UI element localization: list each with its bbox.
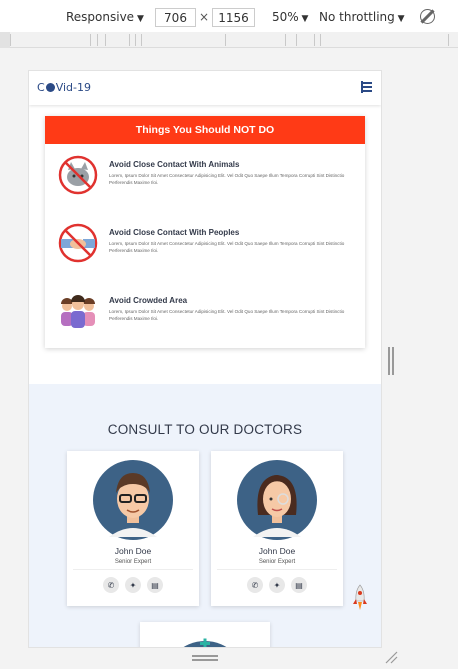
crowd-icon xyxy=(61,295,95,328)
dimension-separator: × xyxy=(199,10,210,24)
doctor-role: Senior Expert xyxy=(114,559,152,565)
no-animals-icon xyxy=(58,155,98,195)
zoom-select[interactable]: 50% xyxy=(272,10,308,24)
linkedin-icon[interactable]: ▤ xyxy=(291,577,307,593)
doctor-card: John Doe Senior Expert ✆ ✦ ▤ xyxy=(67,451,199,606)
list-item: Avoid Close Contact With Peoples Lorem, … xyxy=(57,222,357,272)
item-heading: Avoid Close Contact With Animals xyxy=(109,160,240,169)
section-title: CONSULT TO OUR DOCTORS xyxy=(107,422,303,437)
doctor-role: Senior Expert xyxy=(258,559,296,565)
whatsapp-icon[interactable]: ✆ xyxy=(247,577,263,593)
virus-icon xyxy=(45,83,55,92)
no-handshake-icon xyxy=(58,223,98,263)
width-input[interactable]: 706 xyxy=(155,8,196,27)
divider xyxy=(217,569,337,570)
scroll-top-rocket-icon[interactable] xyxy=(353,584,367,612)
doctor-name: John Doe xyxy=(258,546,296,556)
doctor-name: John Doe xyxy=(114,546,152,556)
list-item: Avoid Crowded Area Lorem, Ipsum Dolor Si… xyxy=(57,290,357,340)
doctor-card: John Doe Senior Expert ✆ ✦ ▤ xyxy=(211,451,343,606)
rotate-icon[interactable] xyxy=(420,9,435,24)
list-item: Avoid Close Contact With Animals Lorem, … xyxy=(57,154,357,204)
doctor-card xyxy=(140,622,270,647)
social-links: ✆ ✦ ▤ xyxy=(67,577,199,593)
right-resize-handle[interactable] xyxy=(388,347,394,375)
media-query-ruler[interactable] xyxy=(0,32,458,48)
doctor-avatar xyxy=(183,638,227,647)
item-text: Lorem, Ipsum Dolor Sit Amet Consectetur … xyxy=(109,309,345,321)
doctor-avatar xyxy=(93,460,173,540)
whatsapp-icon[interactable]: ✆ xyxy=(103,577,119,593)
device-select[interactable]: Responsive xyxy=(66,10,144,24)
linkedin-icon[interactable]: ▤ xyxy=(147,577,163,593)
divider xyxy=(73,569,193,570)
twitter-icon[interactable]: ✦ xyxy=(269,577,285,593)
twitter-icon[interactable]: ✦ xyxy=(125,577,141,593)
site-brand[interactable]: C Vid-19 xyxy=(37,81,91,94)
item-heading: Avoid Close Contact With Peoples xyxy=(109,228,240,237)
things-not-to-do-card: Things You Should NOT DO Avoid Close Con… xyxy=(45,116,365,348)
doctor-avatar xyxy=(237,460,317,540)
emulated-viewport: C Vid-19 Things You Should NOT DO Avoid C… xyxy=(28,70,382,648)
devtools-device-toolbar: Responsive 706 × 1156 50% No throttling xyxy=(0,0,458,34)
social-links: ✆ ✦ ▤ xyxy=(211,577,343,593)
site-navbar: C Vid-19 xyxy=(29,71,381,105)
item-text: Lorem, Ipsum Dolor Sit Amet Consectetur … xyxy=(109,173,345,185)
corner-resize-handle[interactable] xyxy=(385,651,398,664)
bottom-resize-handle[interactable] xyxy=(192,655,218,661)
item-text: Lorem, Ipsum Dolor Sit Amet Consectetur … xyxy=(109,241,345,253)
menu-icon[interactable] xyxy=(361,81,372,93)
item-heading: Avoid Crowded Area xyxy=(109,296,188,305)
height-input[interactable]: 1156 xyxy=(212,8,255,27)
throttling-select[interactable]: No throttling xyxy=(319,10,405,24)
card-title: Things You Should NOT DO xyxy=(45,116,365,144)
consult-doctors-section: CONSULT TO OUR DOCTORS John Doe Senior E… xyxy=(29,384,381,647)
